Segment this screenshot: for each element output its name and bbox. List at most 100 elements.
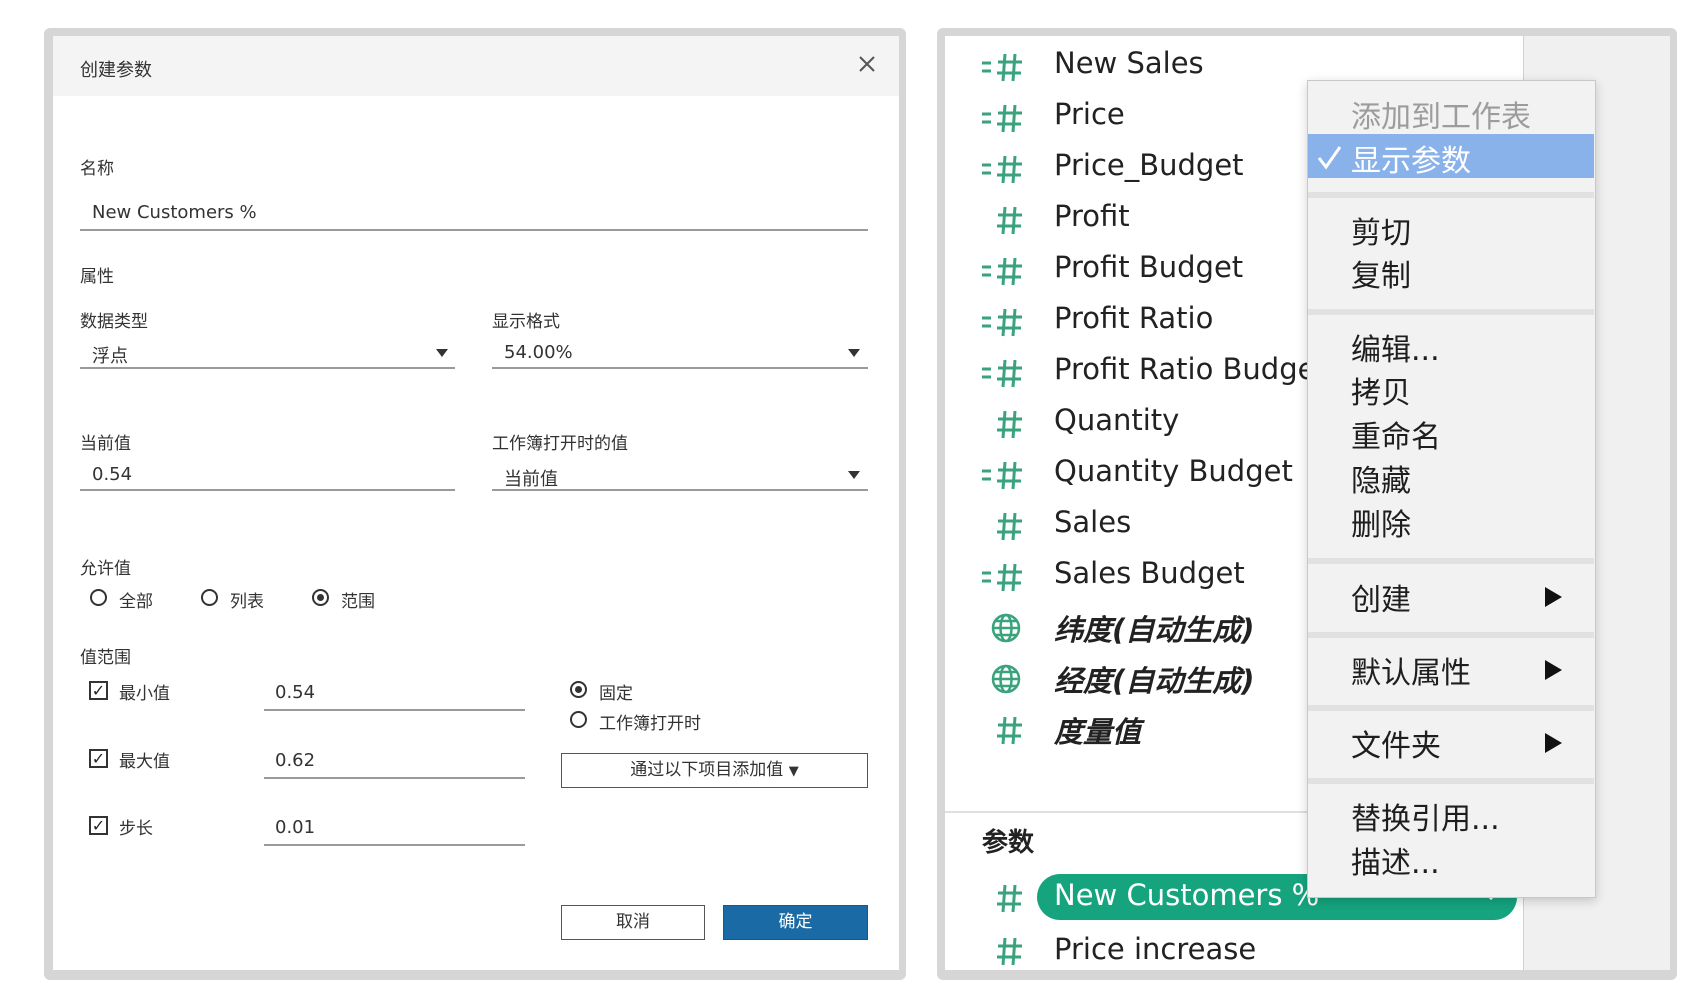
menu-item-create[interactable]: 创建 <box>1351 575 1411 619</box>
name-label: 名称 <box>80 159 114 179</box>
display-format-chevron-down-icon[interactable] <box>848 349 860 357</box>
max-label: 最大值 <box>119 752 170 772</box>
dialog-title: 创建参数 <box>80 60 152 81</box>
field-item[interactable]: Profit <box>1054 199 1130 233</box>
menu-separator <box>1308 309 1594 315</box>
display-format-underline <box>492 367 868 369</box>
menu-item-replace-references[interactable]: 替换引用... <box>1351 794 1500 838</box>
menu-item-describe[interactable]: 描述... <box>1351 838 1440 882</box>
parameter-hash-icon <box>997 884 1022 913</box>
calc-hash-icon <box>982 359 1022 388</box>
properties-label: 属性 <box>80 267 114 287</box>
data-type-label: 数据类型 <box>80 312 148 332</box>
name-input-underline <box>80 229 868 231</box>
radio-list-label[interactable]: 列表 <box>230 587 264 612</box>
radio-range-label[interactable]: 范围 <box>341 587 375 612</box>
radio-list[interactable] <box>201 589 218 606</box>
add-values-from-button[interactable]: 通过以下项目添加值 ▼ <box>561 753 868 788</box>
value-range-label: 值范围 <box>80 648 131 668</box>
display-format-select[interactable]: 54.00% <box>504 342 573 363</box>
radio-all-label[interactable]: 全部 <box>119 587 153 612</box>
globe-icon <box>991 664 1021 694</box>
parameter-hash-icon <box>997 937 1022 966</box>
menu-item-copy[interactable]: 复制 <box>1351 251 1411 295</box>
menu-separator <box>1308 192 1594 198</box>
submenu-arrow-icon <box>1545 733 1562 753</box>
menu-item-add-to-sheet: 添加到工作表 <box>1351 100 1531 135</box>
parameter-price-increase[interactable]: Price increase <box>1054 932 1256 966</box>
cancel-button[interactable]: 取消 <box>561 905 705 940</box>
radio-on-open[interactable] <box>570 711 587 728</box>
display-format-label: 显示格式 <box>492 312 560 332</box>
data-type-select[interactable]: 浮点 <box>92 342 128 368</box>
globe-icon <box>991 613 1021 643</box>
add-values-from-label: 通过以下项目添加值 <box>630 760 784 780</box>
field-item[interactable]: Profit Ratio <box>1054 301 1213 335</box>
menu-separator <box>1308 778 1594 784</box>
max-value-underline <box>264 777 525 779</box>
radio-on-open-label[interactable]: 工作簿打开时 <box>599 709 701 734</box>
menu-separator <box>1308 632 1594 638</box>
field-item[interactable]: Quantity Budget <box>1054 454 1293 488</box>
create-parameter-dialog <box>53 36 899 970</box>
menu-item-duplicate[interactable]: 拷贝 <box>1351 368 1411 412</box>
min-label: 最小值 <box>119 684 170 704</box>
submenu-arrow-icon <box>1545 587 1562 607</box>
field-item[interactable]: Sales <box>1054 505 1131 539</box>
min-checkbox[interactable]: ✓ <box>89 681 108 700</box>
ok-button[interactable]: 确定 <box>723 905 868 940</box>
step-value-input[interactable]: 0.01 <box>275 817 315 838</box>
radio-fixed[interactable] <box>570 681 587 698</box>
field-item[interactable]: Sales Budget <box>1054 556 1245 590</box>
submenu-arrow-icon <box>1545 660 1562 680</box>
min-value-input[interactable]: 0.54 <box>275 682 315 703</box>
menu-item-hide[interactable]: 隐藏 <box>1351 456 1411 500</box>
calc-hash-icon <box>982 155 1022 184</box>
calc-hash-icon <box>982 308 1022 337</box>
field-item[interactable]: Price_Budget <box>1054 148 1244 182</box>
max-checkbox[interactable]: ✓ <box>89 749 108 768</box>
parameters-title: 参数 <box>982 828 1035 858</box>
current-value-input[interactable]: 0.54 <box>92 464 132 485</box>
current-value-underline <box>80 489 455 491</box>
hash-icon <box>997 410 1022 439</box>
field-item[interactable]: Quantity <box>1054 403 1179 437</box>
min-value-underline <box>264 709 525 711</box>
menu-item-folder[interactable]: 文件夹 <box>1351 721 1441 765</box>
field-item[interactable]: Profit Budget <box>1054 250 1243 284</box>
menu-item-edit[interactable]: 编辑... <box>1351 325 1440 369</box>
allowable-values-label: 允许值 <box>80 559 131 579</box>
field-item[interactable]: 经度(自动生成) <box>1054 658 1255 700</box>
step-label: 步长 <box>119 819 153 839</box>
workbook-open-underline <box>492 489 868 491</box>
hash-icon <box>997 206 1022 235</box>
menu-item-rename[interactable]: 重命名 <box>1351 412 1441 456</box>
field-item[interactable]: 纬度(自动生成) <box>1054 607 1255 649</box>
radio-range[interactable] <box>312 589 329 606</box>
max-value-input[interactable]: 0.62 <box>275 750 315 771</box>
calc-hash-icon <box>982 461 1022 490</box>
parameter-new-customers-pct[interactable]: New Customers % <box>1054 878 1319 912</box>
field-item[interactable]: Profit Ratio Budget <box>1054 352 1327 386</box>
menu-item-delete[interactable]: 删除 <box>1351 500 1411 544</box>
step-value-underline <box>264 844 525 846</box>
menu-item-default-properties[interactable]: 默认属性 <box>1351 648 1471 692</box>
current-value-label: 当前值 <box>80 434 131 454</box>
field-item[interactable]: New Sales <box>1054 46 1204 80</box>
radio-all[interactable] <box>90 589 107 606</box>
name-input[interactable]: New Customers % <box>92 202 257 223</box>
workbook-open-chevron-down-icon[interactable] <box>848 471 860 479</box>
dialog-header <box>53 36 899 96</box>
menu-item-show-parameter[interactable]: 显示参数 <box>1351 136 1471 180</box>
hash-icon <box>997 716 1022 745</box>
step-checkbox[interactable]: ✓ <box>89 816 108 835</box>
radio-fixed-label[interactable]: 固定 <box>599 679 633 704</box>
calc-hash-icon <box>982 104 1022 133</box>
data-type-chevron-down-icon[interactable] <box>436 349 448 357</box>
workbook-open-label: 工作簿打开时的值 <box>492 434 628 454</box>
workbook-open-select[interactable]: 当前值 <box>504 465 558 491</box>
menu-item-cut[interactable]: 剪切 <box>1351 208 1411 252</box>
field-item[interactable]: 度量值 <box>1054 709 1141 751</box>
field-item[interactable]: Price <box>1054 97 1125 131</box>
close-icon[interactable] <box>857 54 877 74</box>
